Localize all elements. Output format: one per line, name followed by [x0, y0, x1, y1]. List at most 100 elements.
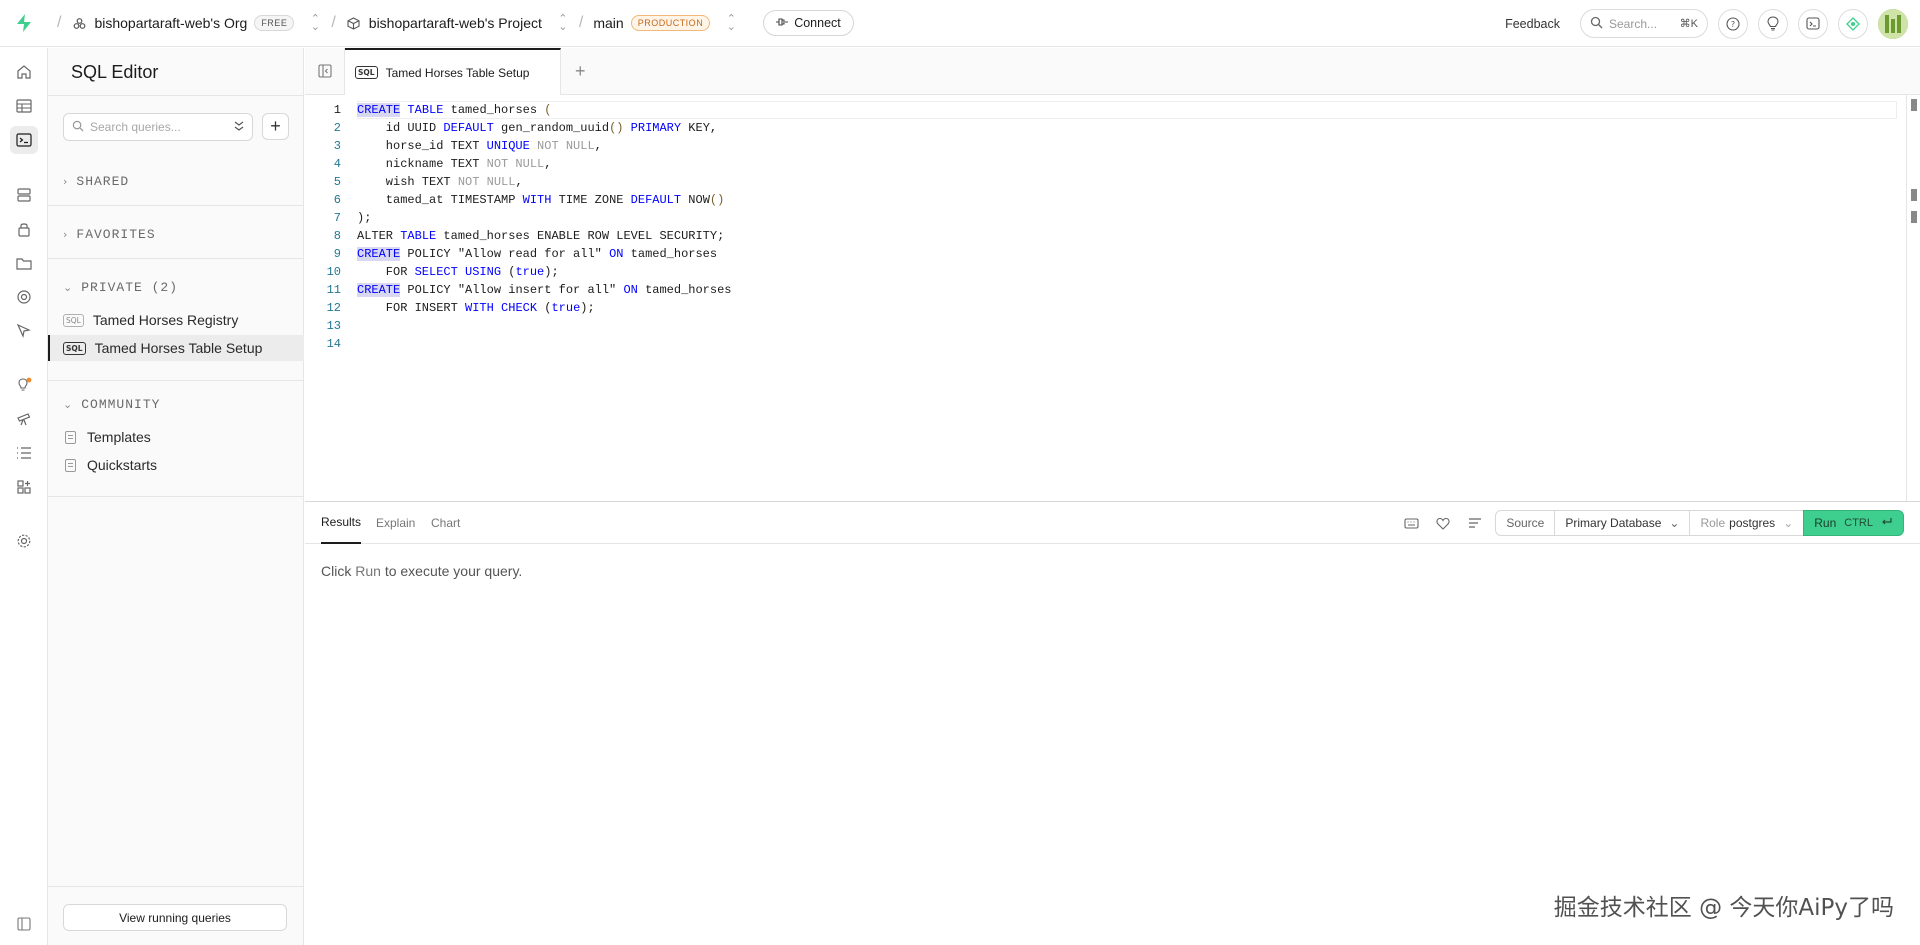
- sql-editor-icon[interactable]: [10, 126, 38, 154]
- connect-button[interactable]: Connect: [763, 10, 854, 36]
- view-running-queries-button[interactable]: View running queries: [63, 904, 287, 931]
- lightbulb-icon[interactable]: [1758, 8, 1788, 39]
- chevron-updown-icon[interactable]: ⌃ ⌄: [557, 14, 569, 33]
- org-icon: [71, 15, 87, 31]
- advisors-lightbulb-icon[interactable]: [10, 371, 38, 399]
- code-line[interactable]: [357, 335, 732, 353]
- logs-list-icon[interactable]: [10, 439, 38, 467]
- edge-functions-icon[interactable]: [10, 317, 38, 345]
- editor-scrollbar[interactable]: [1906, 95, 1920, 501]
- format-align-icon[interactable]: [1459, 510, 1491, 536]
- avatar[interactable]: [1878, 8, 1908, 39]
- code-line[interactable]: ALTER TABLE tamed_horses ENABLE ROW LEVE…: [357, 227, 732, 245]
- line-number: 13: [326, 319, 341, 333]
- line-number: 10: [326, 265, 341, 279]
- code-token: FOR INSERT: [357, 301, 466, 315]
- code-line[interactable]: [357, 317, 732, 335]
- storage-icon[interactable]: [10, 249, 38, 277]
- community-item-quickstarts[interactable]: Quickstarts: [48, 452, 304, 478]
- code-line[interactable]: CREATE POLICY "Allow insert for all" ON …: [357, 281, 732, 299]
- assistant-icon[interactable]: [1838, 8, 1868, 39]
- code-token: UNIQUE: [486, 139, 530, 153]
- sidebar-toggle-icon[interactable]: [10, 910, 38, 938]
- code-line[interactable]: tamed_at TIMESTAMP WITH TIME ZONE DEFAUL…: [357, 191, 732, 209]
- integrations-icon[interactable]: [10, 473, 38, 501]
- code-token: NOT NULL: [486, 157, 545, 171]
- code-line[interactable]: CREATE POLICY "Allow read for all" ON ta…: [357, 245, 732, 263]
- section-favorites[interactable]: › FAVORITES: [63, 227, 156, 242]
- branch-selector[interactable]: main PRODUCTION ⌃ ⌄: [593, 14, 737, 33]
- code-line[interactable]: );: [357, 209, 732, 227]
- role-select[interactable]: Role postgres ⌄: [1689, 510, 1805, 536]
- filter-chevrons-icon[interactable]: [234, 120, 244, 135]
- plug-icon: [776, 16, 789, 30]
- code-line[interactable]: FOR SELECT USING (true);: [357, 263, 732, 281]
- feedback-button[interactable]: Feedback: [1505, 17, 1560, 31]
- favorite-heart-icon[interactable]: [1427, 510, 1459, 536]
- global-search-input[interactable]: Search... ⌘K: [1580, 9, 1708, 38]
- code-token: ,: [544, 157, 552, 171]
- code-line[interactable]: CREATE TABLE tamed_horses (: [357, 101, 732, 119]
- home-icon[interactable]: [10, 58, 38, 86]
- sql-code-editor[interactable]: 1 2 3 4 5 6 7 8 9 10 11 12 13 14 CREATE …: [305, 95, 1920, 501]
- scroll-marker: [1911, 99, 1917, 111]
- plan-badge: FREE: [254, 15, 295, 31]
- section-shared[interactable]: › SHARED: [63, 174, 129, 189]
- database-select[interactable]: Primary Database ⌄: [1554, 510, 1691, 536]
- section-private[interactable]: ⌄ PRIVATE (2): [63, 280, 178, 295]
- line-number: 3: [333, 139, 341, 153]
- help-icon[interactable]: ?: [1718, 8, 1748, 39]
- realtime-icon[interactable]: [10, 283, 38, 311]
- chevron-updown-icon[interactable]: ⌃ ⌄: [725, 14, 737, 33]
- code-line[interactable]: FOR INSERT WITH CHECK (true);: [357, 299, 732, 317]
- search-queries-input[interactable]: Search queries...: [63, 113, 253, 141]
- chevron-updown-icon[interactable]: ⌃ ⌄: [309, 14, 321, 33]
- code-token: CREATE: [357, 103, 401, 117]
- code-token: tamed_horses: [637, 283, 732, 297]
- query-item-tamed-horses-registry[interactable]: SQL Tamed Horses Registry: [48, 307, 304, 333]
- line-number: 8: [333, 229, 341, 243]
- run-query-button[interactable]: Run CTRL: [1803, 510, 1904, 536]
- code-line[interactable]: wish TEXT NOT NULL,: [357, 173, 732, 191]
- query-item-tamed-horses-table-setup[interactable]: SQL Tamed Horses Table Setup: [48, 335, 304, 361]
- tab-chart[interactable]: Chart: [431, 502, 460, 544]
- code-line[interactable]: id UUID DEFAULT gen_random_uuid() PRIMAR…: [357, 119, 732, 137]
- collapse-sidebar-icon[interactable]: [305, 48, 345, 94]
- environment-badge: PRODUCTION: [630, 15, 711, 31]
- auth-lock-icon[interactable]: [10, 215, 38, 243]
- top-bar: / bishopartaraft-web's Org FREE ⌃ ⌄ / bis…: [0, 0, 1920, 47]
- tab-explain[interactable]: Explain: [376, 502, 415, 544]
- tab-tamed-horses-table-setup[interactable]: SQL Tamed Horses Table Setup: [345, 48, 561, 95]
- line-number: 11: [326, 283, 341, 297]
- database-icon[interactable]: [10, 181, 38, 209]
- line-number: 12: [326, 301, 341, 315]
- sql-editor-sidebar: SQL Editor Search queries... + › SHARED …: [48, 48, 304, 945]
- org-selector[interactable]: bishopartaraft-web's Org FREE ⌃ ⌄: [71, 14, 321, 33]
- project-selector[interactable]: bishopartaraft-web's Project ⌃ ⌄: [346, 14, 569, 33]
- supabase-logo-icon[interactable]: [0, 0, 47, 47]
- settings-gear-icon[interactable]: [10, 527, 38, 555]
- keyboard-shortcuts-icon[interactable]: [1395, 510, 1427, 536]
- terminal-icon[interactable]: [1798, 8, 1828, 39]
- code-token: horse_id TEXT: [357, 139, 487, 153]
- watermark-text: 掘金技术社区 @ 今天你AiPy了吗: [1553, 895, 1894, 921]
- code-token: );: [580, 301, 595, 315]
- new-tab-button[interactable]: +: [575, 48, 586, 94]
- code-line[interactable]: horse_id TEXT UNIQUE NOT NULL,: [357, 137, 732, 155]
- code-token: WITH: [465, 301, 494, 315]
- project-name: bishopartaraft-web's Project: [368, 15, 542, 31]
- code-token: id UUID: [357, 121, 444, 135]
- top-right-actions: Feedback Search... ⌘K ?: [1505, 0, 1908, 47]
- code-token: WITH: [522, 193, 552, 207]
- code-line[interactable]: nickname TEXT NOT NULL,: [357, 155, 732, 173]
- table-editor-icon[interactable]: [10, 92, 38, 120]
- add-query-button[interactable]: +: [262, 113, 289, 140]
- code-content[interactable]: CREATE TABLE tamed_horses ( id UUID DEFA…: [357, 101, 732, 353]
- observability-telescope-icon[interactable]: [10, 405, 38, 433]
- community-item-templates[interactable]: Templates: [48, 424, 304, 450]
- chevron-down-icon: ⌄: [1783, 516, 1794, 530]
- section-community[interactable]: ⌄ COMMUNITY: [63, 397, 160, 412]
- tab-results[interactable]: Results: [321, 502, 362, 544]
- code-token: ON: [609, 247, 624, 261]
